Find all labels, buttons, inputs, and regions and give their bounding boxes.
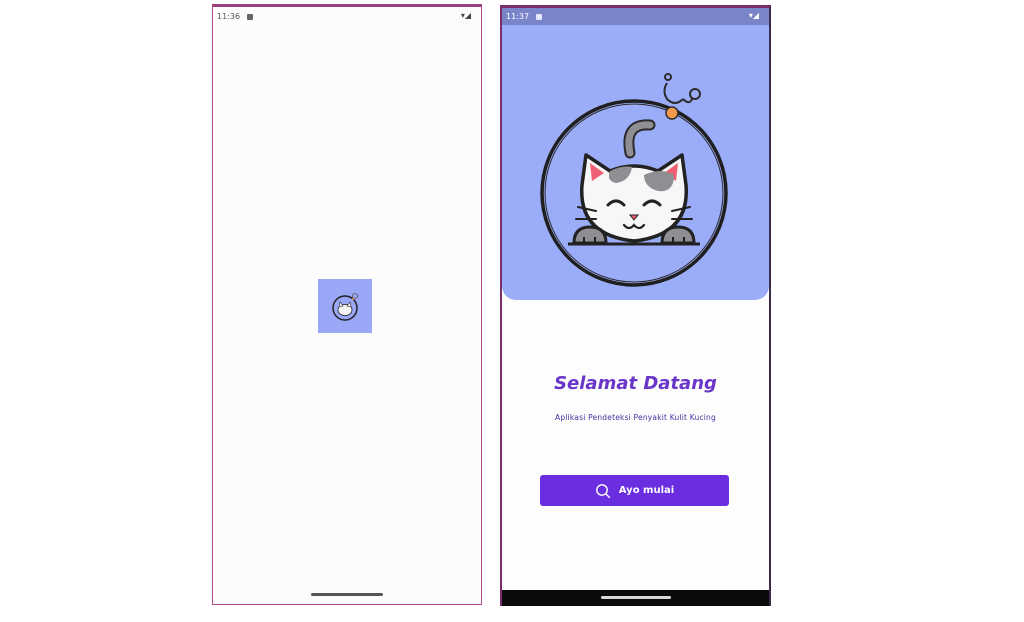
navigation-bar [502, 590, 769, 606]
sim-icon [532, 12, 542, 21]
start-button-label: Ayo mulai [618, 485, 675, 496]
welcome-title: Selamat Datang [554, 373, 717, 394]
hero-banner [502, 25, 769, 300]
splash-logo [318, 279, 372, 333]
status-time: 11:37 [506, 12, 530, 21]
status-bar: 11:37 ▾◢ [502, 8, 769, 25]
signal-icons: ▾◢ [748, 11, 759, 20]
signal-icons: ▾◢ [460, 11, 471, 20]
home-indicator[interactable] [600, 596, 671, 599]
splash-screen: 11:36 ▾◢ [212, 4, 482, 605]
sim-icon [243, 12, 253, 21]
status-bar: 11:36 ▾◢ [213, 7, 481, 27]
stethoscope-icon [663, 73, 701, 104]
stethoscope-chestpiece-icon [665, 106, 679, 120]
search-icon [595, 483, 610, 498]
welcome-subtitle: Aplikasi Pendeteksi Penyakit Kulit Kucin… [555, 413, 716, 422]
home-indicator[interactable] [311, 593, 383, 596]
welcome-screen: 11:37 ▾◢ Selamat Datang Aplikasi Pendete… [500, 5, 771, 606]
start-button[interactable]: Ayo mulai [540, 475, 729, 506]
status-time: 11:36 [217, 12, 241, 21]
cat-stethoscope-illustration [540, 73, 728, 287]
